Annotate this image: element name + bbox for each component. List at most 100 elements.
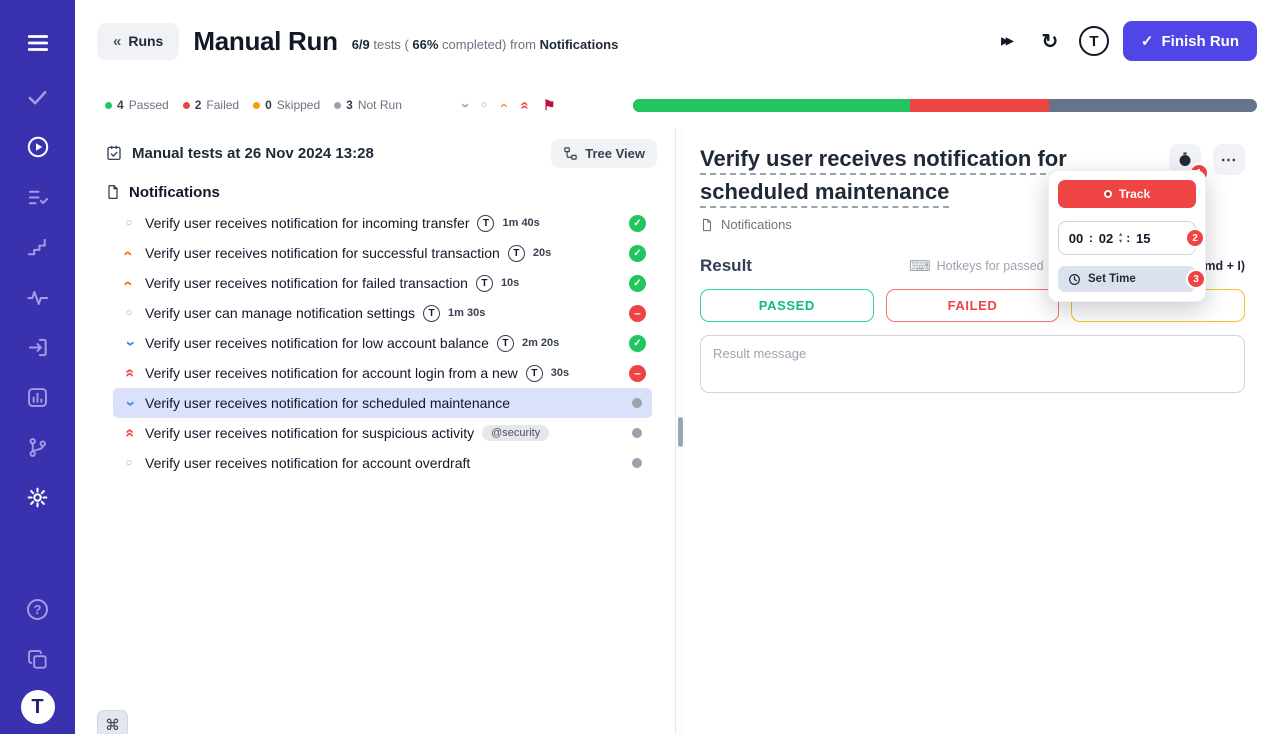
command-palette-button[interactable]: ⌘ bbox=[97, 710, 128, 734]
fast-forward-button[interactable]: ▶▶ bbox=[991, 26, 1021, 56]
test-duration: 1m 40s bbox=[502, 217, 540, 229]
test-list-panel: Manual tests at 26 Nov 2024 13:28 Tree V… bbox=[75, 128, 675, 734]
app-window: ? T « Runs Manual Run 6/9 tests ( 66% co… bbox=[0, 0, 1280, 734]
test-title: Verify user receives notification for su… bbox=[145, 245, 500, 261]
test-row[interactable]: Verify user receives notification for su… bbox=[113, 418, 652, 448]
menu-icon[interactable] bbox=[16, 14, 60, 72]
test-title: Verify user receives notification for ac… bbox=[145, 455, 471, 471]
question-mark-icon: ? bbox=[27, 598, 48, 620]
run-progress-bar bbox=[633, 98, 1257, 112]
track-button[interactable]: Track bbox=[1058, 180, 1196, 208]
priority-icon bbox=[121, 458, 137, 469]
tests-icon[interactable] bbox=[16, 72, 60, 122]
run-subtitle: 6/9 tests ( 66% completed) from Notifica… bbox=[351, 36, 619, 52]
automated-badge-icon: T bbox=[496, 334, 514, 352]
set-time-button[interactable]: Set Time 3 bbox=[1058, 266, 1204, 292]
copy-docs-icon[interactable] bbox=[16, 634, 60, 684]
priority-icon bbox=[121, 245, 137, 262]
test-status-icon bbox=[632, 428, 642, 438]
result-heading: Result bbox=[700, 256, 752, 275]
file-icon bbox=[700, 218, 714, 232]
back-icon: « bbox=[113, 32, 122, 50]
test-row[interactable]: Verify user receives notification for fa… bbox=[113, 268, 652, 298]
test-row[interactable]: Verify user receives notification for lo… bbox=[113, 328, 652, 358]
filter-double-chevron-icon[interactable]: « bbox=[516, 101, 533, 109]
keyboard-icon: ⌨ bbox=[908, 258, 931, 275]
settings-gear-icon[interactable] bbox=[16, 472, 60, 522]
stat-dot-2 bbox=[253, 101, 261, 109]
filter-chevron-down-icon[interactable]: ‹ bbox=[456, 103, 473, 108]
minutes-stepper[interactable]: ▴ ▾ bbox=[1119, 231, 1122, 245]
rerun-timer-button[interactable]: ↻ bbox=[1035, 26, 1065, 56]
back-to-runs-button[interactable]: « Runs bbox=[97, 22, 180, 60]
back-label: Runs bbox=[128, 33, 164, 49]
command-icon: ⌘ bbox=[105, 717, 120, 734]
scrollbar-thumb[interactable] bbox=[678, 417, 683, 447]
stat-notrun: 3 Not Run bbox=[334, 98, 402, 112]
stat-passed: 4 Passed bbox=[105, 98, 169, 112]
filter-flag-icon[interactable]: ⚑ bbox=[543, 98, 556, 112]
test-row[interactable]: Verify user receives notification for in… bbox=[113, 208, 652, 238]
test-title: Verify user receives notification for in… bbox=[145, 215, 470, 231]
passed-button[interactable]: PASSED bbox=[700, 289, 874, 322]
failed-button[interactable]: FAILED bbox=[885, 289, 1060, 322]
test-status-icon bbox=[632, 458, 642, 468]
priority-icon bbox=[121, 218, 137, 229]
runs-icon[interactable] bbox=[16, 122, 60, 172]
more-options-button[interactable]: ⋯ bbox=[1213, 144, 1245, 175]
status-bar: 4 Passed 2 Failed 0 Skipped 3 Not Run ‹ … bbox=[75, 82, 1280, 128]
hours-input[interactable] bbox=[1065, 230, 1087, 246]
test-title: Verify user receives notification for fa… bbox=[145, 275, 468, 291]
test-row[interactable]: Verify user can manage notification sett… bbox=[113, 298, 652, 328]
tour-step-badge: 2 bbox=[1187, 230, 1203, 246]
steps-icon[interactable] bbox=[16, 222, 60, 272]
test-title: Verify user receives notification for ac… bbox=[145, 365, 518, 381]
time-tracking-popup: Track : ▴▾ : 2 Set Time 3 bbox=[1048, 170, 1206, 302]
reports-icon[interactable] bbox=[16, 372, 60, 422]
top-bar: « Runs Manual Run 6/9 tests ( 66% comple… bbox=[75, 0, 1280, 82]
main-area: « Runs Manual Run 6/9 tests ( 66% comple… bbox=[75, 0, 1280, 734]
retry-icon: ↻ bbox=[1041, 30, 1059, 53]
brand-logo-icon: T bbox=[1078, 26, 1109, 56]
test-status-icon bbox=[629, 214, 646, 232]
priority-icon bbox=[121, 308, 137, 319]
test-status-icon bbox=[629, 304, 646, 322]
test-status-icon bbox=[629, 274, 646, 292]
test-duration: 2m 20s bbox=[521, 337, 560, 349]
help-icon[interactable]: ? bbox=[16, 584, 60, 634]
automated-badge-icon: T bbox=[525, 364, 543, 382]
suite-group-notifications[interactable]: Notifications bbox=[75, 176, 675, 208]
seconds-input[interactable] bbox=[1132, 230, 1155, 246]
tree-view-icon bbox=[563, 146, 578, 161]
record-dot-icon bbox=[1103, 190, 1112, 198]
tour-step-badge: 3 bbox=[1188, 271, 1204, 287]
result-message-input[interactable] bbox=[700, 335, 1245, 393]
test-row[interactable]: Verify user receives notification for ac… bbox=[113, 358, 652, 388]
pulse-icon[interactable] bbox=[16, 272, 60, 322]
test-duration: 10s bbox=[500, 277, 520, 289]
finish-run-button[interactable]: ✓ Finish Run bbox=[1122, 21, 1257, 61]
filter-chevron-up-icon[interactable]: ‹ bbox=[496, 103, 513, 108]
filter-circle-icon[interactable]: ○ bbox=[481, 99, 488, 111]
test-status-icon bbox=[629, 244, 646, 262]
stat-dot-3 bbox=[334, 101, 342, 109]
sidebar: ? T bbox=[0, 0, 75, 734]
test-row[interactable]: Verify user receives notification for su… bbox=[113, 238, 652, 268]
app-logo[interactable]: T bbox=[20, 690, 55, 724]
minutes-input[interactable] bbox=[1095, 230, 1117, 246]
page-title: Manual Run bbox=[193, 25, 338, 56]
check-icon: ✓ bbox=[1140, 33, 1154, 50]
priority-icon bbox=[121, 275, 137, 292]
test-status-icon bbox=[629, 364, 646, 382]
branch-icon[interactable] bbox=[16, 422, 60, 472]
automated-badge-icon: T bbox=[507, 244, 525, 262]
checklist-icon[interactable] bbox=[16, 172, 60, 222]
automated-badge-icon: T bbox=[475, 274, 493, 292]
test-row[interactable]: Verify user receives notification for sc… bbox=[113, 388, 652, 418]
priority-icon bbox=[121, 335, 137, 352]
test-row[interactable]: Verify user receives notification for ac… bbox=[113, 448, 652, 478]
tree-view-button[interactable]: Tree View bbox=[551, 138, 657, 168]
more-icon: ⋯ bbox=[1220, 151, 1238, 169]
import-icon[interactable] bbox=[16, 322, 60, 372]
automated-badge-icon: T bbox=[423, 304, 441, 322]
